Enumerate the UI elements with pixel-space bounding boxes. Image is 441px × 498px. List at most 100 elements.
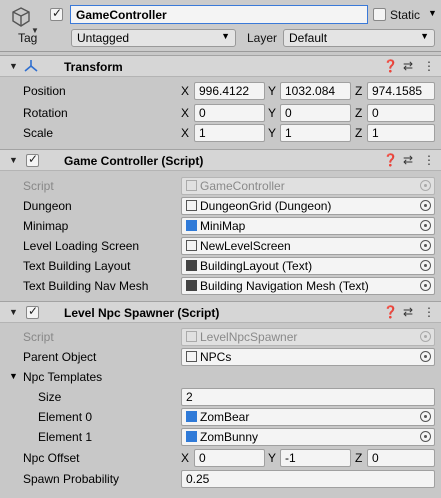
object-picker-icon[interactable] — [420, 220, 431, 231]
size-label: Size — [38, 390, 62, 404]
help-icon[interactable]: ❓ — [383, 305, 398, 319]
position-x-input[interactable]: 996.4122 — [194, 82, 265, 100]
object-picker-icon[interactable] — [420, 411, 431, 422]
element1-field[interactable]: ZomBunny — [181, 428, 435, 446]
scale-y-input[interactable]: 1 — [280, 124, 351, 142]
help-icon[interactable]: ❓ — [383, 59, 398, 73]
layer-value: Default — [289, 31, 328, 45]
scale-z-label[interactable]: Z — [355, 126, 362, 140]
game-controller-title: Game Controller (Script) — [64, 154, 204, 168]
npc-script-field: LevelNpcSpawner — [181, 328, 435, 346]
script-file-icon — [186, 331, 197, 342]
npc-templates-foldout-icon[interactable]: ▼ — [9, 371, 18, 381]
spawn-probability-input[interactable]: 0.25 — [181, 470, 435, 488]
offset-x-input[interactable]: 0 — [194, 449, 265, 467]
game-controller-tools: ❓ ⇄ ⋮ — [383, 153, 435, 169]
gc-script-field: GameController — [181, 177, 435, 195]
rotation-x-label[interactable]: X — [181, 106, 189, 120]
object-picker-icon — [420, 180, 431, 191]
element1-value: ZomBunny — [200, 430, 259, 444]
minimap-field[interactable]: MiniMap — [181, 217, 435, 235]
dungeon-field[interactable]: DungeonGrid (Dungeon) — [181, 197, 435, 215]
chevron-down-icon: ▼ — [420, 31, 429, 41]
parent-object-value: NPCs — [200, 350, 232, 364]
presets-icon[interactable]: ⇄ — [403, 305, 413, 319]
offset-y-label[interactable]: Y — [268, 451, 276, 465]
object-picker-icon — [420, 331, 431, 342]
parent-object-field[interactable]: NPCs — [181, 348, 435, 366]
minimap-label: Minimap — [23, 219, 69, 233]
dungeon-label: Dungeon — [23, 199, 72, 213]
transform-header[interactable]: ▼ Transform ❓ ⇄ ⋮ — [0, 55, 441, 77]
scale-y-label[interactable]: Y — [268, 126, 276, 140]
spawn-probability-label: Spawn Probability — [23, 472, 120, 486]
npc-spawner-header[interactable]: ▼ Level Npc Spawner (Script) ❓ ⇄ ⋮ — [0, 301, 441, 323]
scale-x-input[interactable]: 1 — [194, 124, 265, 142]
npc-script-label: Script — [23, 330, 54, 344]
rotation-z-input[interactable]: 0 — [367, 104, 435, 122]
nav-mesh-field[interactable]: Building Navigation Mesh (Text) — [181, 277, 435, 295]
kebab-menu-icon[interactable]: ⋮ — [423, 305, 435, 319]
rotation-x-input[interactable]: 0 — [194, 104, 265, 122]
position-z-input[interactable]: 974.1585 — [367, 82, 435, 100]
layer-label: Layer — [247, 31, 278, 45]
scale-x-label[interactable]: X — [181, 126, 189, 140]
npc-spawner-tools: ❓ ⇄ ⋮ — [383, 305, 435, 321]
position-y-label[interactable]: Y — [268, 84, 276, 98]
object-picker-icon[interactable] — [420, 431, 431, 442]
presets-icon[interactable]: ⇄ — [403, 59, 413, 73]
loading-screen-label: Level Loading Screen — [23, 239, 140, 253]
object-picker-icon[interactable] — [420, 351, 431, 362]
offset-z-input[interactable]: 0 — [367, 449, 435, 467]
offset-y-input[interactable]: -1 — [280, 449, 351, 467]
gc-script-label: Script — [23, 179, 54, 193]
offset-x-label[interactable]: X — [181, 451, 189, 465]
gameobject-cube-icon — [186, 351, 197, 362]
building-layout-field[interactable]: BuildingLayout (Text) — [181, 257, 435, 275]
npc-spawner-title: Level Npc Spawner (Script) — [64, 306, 220, 320]
nav-mesh-value: Building Navigation Mesh (Text) — [200, 279, 369, 293]
kebab-menu-icon[interactable]: ⋮ — [423, 59, 435, 73]
size-input[interactable]: 2 — [181, 388, 435, 406]
foldout-arrow-icon[interactable]: ▼ — [9, 155, 18, 165]
npc-offset-label: Npc Offset — [23, 451, 80, 465]
static-checkbox[interactable] — [373, 8, 386, 21]
gameobject-cube-icon[interactable] — [10, 6, 32, 28]
foldout-arrow-icon[interactable]: ▼ — [9, 61, 18, 71]
inspector-header: ▼ GameController Static ▼ Tag Untagged ▼… — [0, 0, 441, 52]
object-picker-icon[interactable] — [420, 280, 431, 291]
element0-field[interactable]: ZomBear — [181, 408, 435, 426]
prefab-cube-icon — [186, 220, 197, 231]
layer-dropdown[interactable]: Default ▼ — [283, 29, 435, 47]
presets-icon[interactable]: ⇄ — [403, 153, 413, 167]
offset-z-label[interactable]: Z — [355, 451, 362, 465]
tag-dropdown[interactable]: Untagged ▼ — [71, 29, 236, 47]
tag-value: Untagged — [77, 31, 130, 45]
npc-templates-label[interactable]: Npc Templates — [23, 370, 102, 384]
foldout-arrow-icon[interactable]: ▼ — [9, 307, 18, 317]
rotation-z-label[interactable]: Z — [355, 106, 362, 120]
game-controller-header[interactable]: ▼ Game Controller (Script) ❓ ⇄ ⋮ — [0, 149, 441, 171]
loading-screen-value: NewLevelScreen — [200, 239, 291, 253]
rotation-label: Rotation — [23, 106, 68, 120]
scale-z-input[interactable]: 1 — [367, 124, 435, 142]
component-enabled-checkbox[interactable] — [26, 304, 39, 319]
static-dropdown-caret-icon[interactable]: ▼ — [428, 8, 437, 18]
position-x-label[interactable]: X — [181, 84, 189, 98]
rotation-y-label[interactable]: Y — [268, 106, 276, 120]
position-y-input[interactable]: 1032.084 — [280, 82, 351, 100]
rotation-y-input[interactable]: 0 — [280, 104, 351, 122]
object-picker-icon[interactable] — [420, 240, 431, 251]
help-icon[interactable]: ❓ — [383, 153, 398, 167]
object-name-input[interactable]: GameController — [70, 5, 368, 24]
kebab-menu-icon[interactable]: ⋮ — [423, 153, 435, 167]
script-file-icon — [186, 180, 197, 191]
object-picker-icon[interactable] — [420, 200, 431, 211]
position-z-label[interactable]: Z — [355, 84, 362, 98]
active-checkbox[interactable] — [50, 6, 63, 21]
tag-label: Tag — [18, 31, 38, 45]
prefab-cube-icon — [186, 431, 197, 442]
object-picker-icon[interactable] — [420, 260, 431, 271]
loading-screen-field[interactable]: NewLevelScreen — [181, 237, 435, 255]
element1-label: Element 1 — [38, 430, 93, 444]
